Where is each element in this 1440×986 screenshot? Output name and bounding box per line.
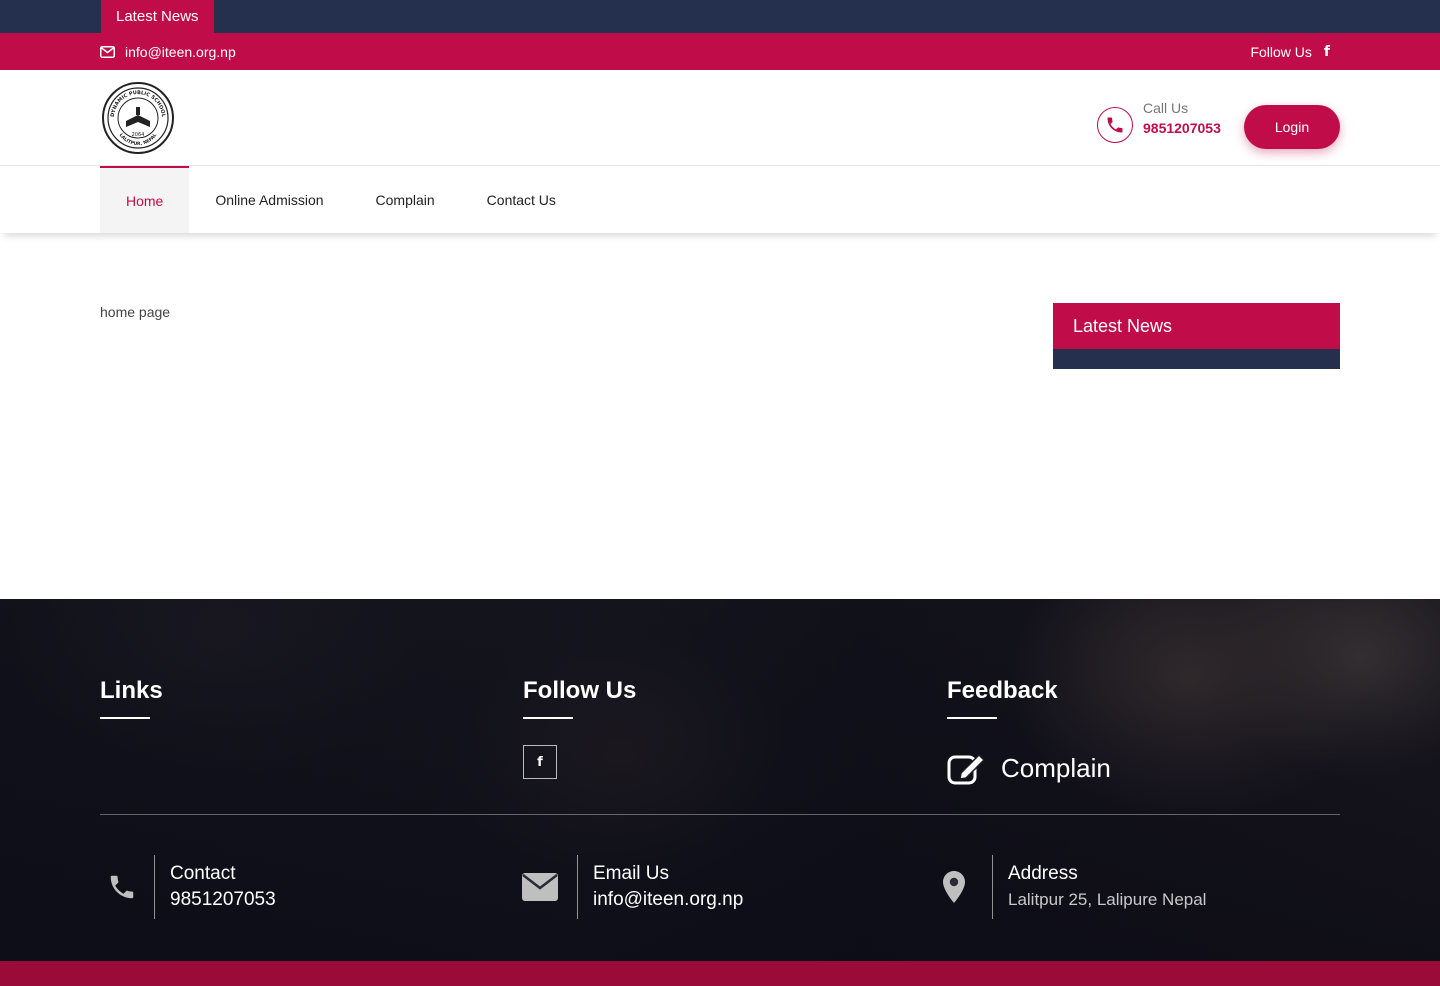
title-underline: [100, 717, 150, 719]
contact-value: 9851207053: [170, 889, 276, 910]
envelope-icon: [100, 45, 115, 58]
site-header: 2064 DYNAMIC PUBLIC SCHOOL LALITPUR, NEP…: [0, 70, 1440, 166]
follow-us-label: Follow Us: [1250, 43, 1312, 60]
footer-links-title: Links: [100, 677, 163, 704]
phone-icon: [1097, 107, 1133, 143]
phone-icon: [104, 855, 154, 919]
copyright-bar: [0, 961, 1440, 986]
address-value: Lalitpur 25, Lalipure Nepal: [1008, 890, 1207, 909]
email-text: Email Us info@iteen.org.np: [578, 855, 743, 919]
email-label: Email Us: [593, 863, 670, 884]
envelope-icon: [517, 855, 577, 919]
footer-facebook-icon[interactable]: f: [523, 745, 557, 779]
login-button[interactable]: Login: [1244, 105, 1340, 149]
title-underline: [523, 717, 573, 719]
top-contact-bar: info@iteen.org.np Follow Us f: [0, 33, 1440, 70]
title-underline: [947, 717, 997, 719]
footer-links-column: Links: [100, 677, 163, 719]
complain-label: Complain: [1001, 752, 1111, 783]
nav-home[interactable]: Home: [100, 166, 190, 233]
footer-follow-column: Follow Us: [523, 677, 636, 719]
news-ticker: Latest News: [0, 0, 1440, 33]
contact-text: Contact 9851207053: [155, 855, 276, 919]
latest-news-list: [1053, 349, 1340, 369]
top-email[interactable]: info@iteen.org.np: [100, 33, 236, 70]
main-navbar: Home Online Admission Complain Contact U…: [0, 166, 1440, 233]
footer-contact-info: Contact 9851207053: [104, 855, 276, 919]
edit-icon: [947, 753, 986, 785]
footer-follow-title: Follow Us: [523, 677, 637, 704]
top-email-text: info@iteen.org.np: [125, 43, 236, 60]
latest-news-title: Latest News: [1053, 303, 1340, 349]
svg-text:2064: 2064: [132, 132, 145, 138]
footer-feedback-column: Feedback: [947, 677, 1058, 719]
footer-address-info: Address Lalitpur 25, Lalipure Nepal: [930, 855, 1206, 919]
nav-complain[interactable]: Complain: [350, 166, 461, 233]
call-label: Call Us: [1143, 99, 1189, 116]
footer-feedback-title: Feedback: [947, 677, 1058, 704]
ticker-label: Latest News: [101, 0, 214, 33]
email-value[interactable]: info@iteen.org.np: [593, 887, 743, 913]
facebook-icon[interactable]: f: [1324, 44, 1330, 60]
call-us-block[interactable]: Call Us 9851207053: [1097, 100, 1221, 143]
call-text: Call Us 9851207053: [1143, 99, 1221, 139]
footer-email-info: Email Us info@iteen.org.np: [517, 855, 743, 919]
contact-label: Contact: [170, 863, 236, 884]
nav-contact-us[interactable]: Contact Us: [461, 166, 582, 233]
school-logo[interactable]: 2064 DYNAMIC PUBLIC SCHOOL LALITPUR, NEP…: [102, 81, 174, 155]
address-label: Address: [1008, 863, 1078, 884]
nav-online-admission[interactable]: Online Admission: [189, 166, 349, 233]
map-marker-icon: [930, 855, 992, 919]
address-text: Address Lalitpur 25, Lalipure Nepal: [993, 855, 1206, 919]
footer-divider: [100, 814, 1340, 815]
page-body-text: home page: [100, 304, 171, 320]
main-nav: Home Online Admission Complain Contact U…: [100, 166, 582, 233]
site-footer: Links Follow Us f Feedback Complain Cont…: [0, 599, 1440, 961]
footer-complain-link[interactable]: Complain: [947, 751, 1111, 785]
top-follow: Follow Us f: [1250, 33, 1330, 70]
call-number: 9851207053: [1143, 119, 1221, 136]
latest-news-widget: Latest News: [1053, 303, 1340, 369]
